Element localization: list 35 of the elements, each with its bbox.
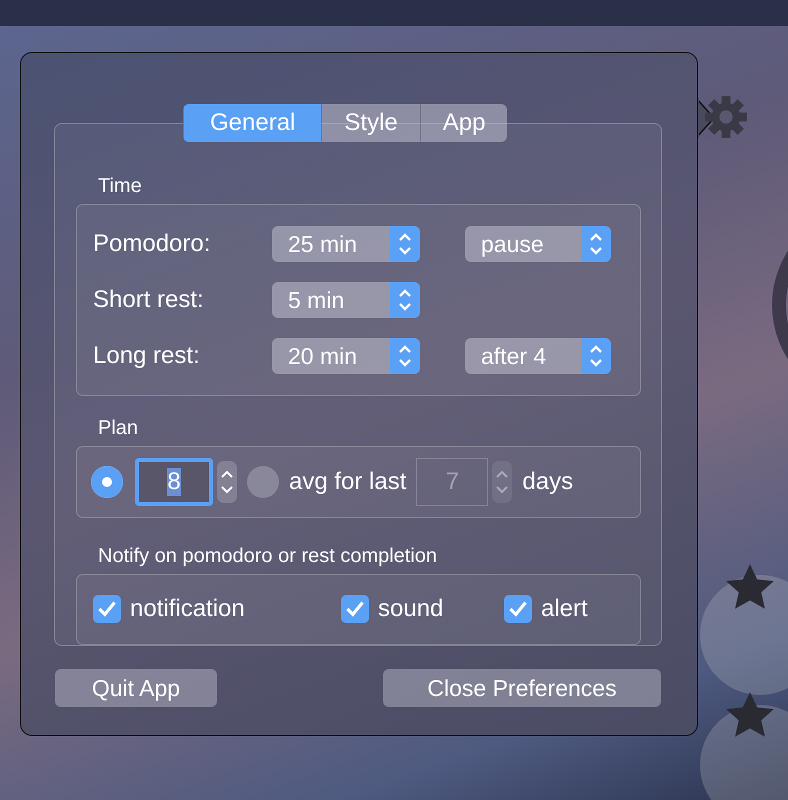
stepper-icon[interactable] bbox=[390, 282, 420, 318]
checkbox-label: sound bbox=[378, 595, 444, 624]
checkbox-label: alert bbox=[541, 595, 588, 624]
field-label: Short rest: bbox=[93, 286, 205, 314]
stepper-icon[interactable] bbox=[390, 226, 420, 262]
stepper-icon[interactable] bbox=[581, 338, 611, 374]
radio-button[interactable] bbox=[247, 466, 279, 498]
radio-button[interactable] bbox=[91, 466, 123, 498]
checkbox[interactable] bbox=[341, 595, 369, 624]
number-field[interactable]: 7 bbox=[416, 458, 488, 506]
section-title: Notify on pomodoro or rest completion bbox=[98, 544, 438, 568]
unit-label: days bbox=[522, 468, 574, 496]
checkbox-label: notification bbox=[130, 595, 245, 624]
section-title: Time bbox=[98, 174, 143, 198]
push-button[interactable]: Close Preferences bbox=[383, 669, 661, 707]
duration-dropdown[interactable]: 5 min bbox=[272, 282, 420, 318]
stepper-icon[interactable] bbox=[581, 226, 611, 262]
tab[interactable]: General bbox=[183, 104, 322, 142]
push-button[interactable]: Quit App bbox=[55, 669, 217, 707]
tab[interactable]: App bbox=[420, 104, 508, 142]
section-title: Plan bbox=[98, 416, 140, 440]
field-label: Long rest: bbox=[93, 342, 201, 370]
tab[interactable]: Style bbox=[321, 104, 420, 142]
stepper-icon[interactable] bbox=[492, 461, 512, 504]
number-field[interactable]: 8 bbox=[135, 458, 213, 506]
checkbox[interactable] bbox=[93, 595, 121, 624]
duration-dropdown[interactable]: 20 min bbox=[272, 338, 420, 374]
option-label: avg for last bbox=[289, 468, 406, 496]
field-label: Pomodoro: bbox=[93, 230, 212, 258]
stepper-icon[interactable] bbox=[390, 338, 420, 374]
stepper-icon[interactable] bbox=[217, 461, 237, 504]
checkbox[interactable] bbox=[504, 595, 532, 624]
duration-dropdown[interactable]: 25 min bbox=[272, 226, 420, 262]
option-dropdown[interactable]: pause bbox=[465, 226, 611, 262]
option-dropdown[interactable]: after 4 bbox=[465, 338, 611, 374]
